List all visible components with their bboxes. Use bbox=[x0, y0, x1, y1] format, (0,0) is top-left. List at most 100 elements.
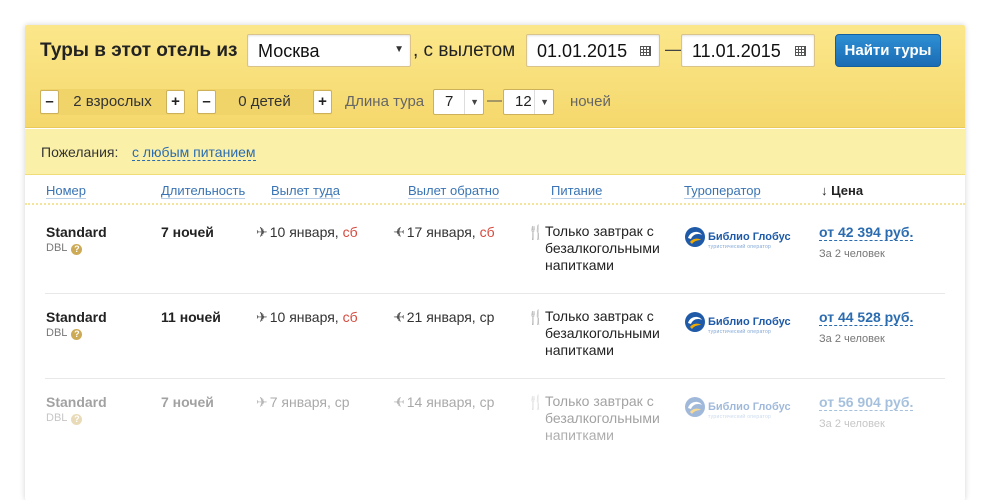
sort-by-price[interactable]: ↓ Цена bbox=[821, 183, 863, 198]
wishes-bar: Пожелания: с любым питанием bbox=[25, 129, 965, 175]
operator-name: Библио Глобус bbox=[708, 316, 791, 328]
room-cell: Standard DBL? bbox=[46, 309, 107, 340]
plane-departure-icon: ✈ bbox=[256, 309, 268, 325]
return-cell: ✈ 14 января, ср bbox=[393, 394, 495, 410]
operator-logo: Библио Глобус туристический оператор bbox=[684, 311, 799, 341]
sort-by-operator[interactable]: Туроператор bbox=[684, 183, 761, 199]
chevron-down-icon: ▼ bbox=[540, 97, 549, 107]
weekday: сб bbox=[342, 309, 358, 325]
options-row: – 2 взрослых + – 0 детей + Длина тура 7 … bbox=[25, 89, 965, 115]
length-from-select[interactable]: 7 ▼ bbox=[433, 89, 484, 115]
price-link[interactable]: от 44 528 руб. bbox=[819, 309, 914, 326]
fork-knife-icon: 🍴 bbox=[527, 394, 545, 410]
table-row[interactable]: Standard DBL? 7 ночей ✈ 7 января, ср ✈ 14 … bbox=[25, 379, 965, 464]
children-stepper: – 0 детей + bbox=[197, 89, 332, 115]
operator-logo: Библио Глобус туристический оператор bbox=[684, 396, 799, 426]
help-icon[interactable]: ? bbox=[71, 329, 83, 340]
date-from-value: 01.01.2015 bbox=[537, 41, 628, 61]
price-link[interactable]: от 56 904 руб. bbox=[819, 394, 914, 411]
date-from-field[interactable]: 01.01.2015 bbox=[526, 34, 660, 67]
room-type: DBL? bbox=[46, 327, 107, 340]
departure-label: , с вылетом bbox=[413, 40, 516, 61]
meal-cell: 🍴 Только завтрак с безалкогольными напит… bbox=[527, 393, 687, 448]
table-row[interactable]: Standard DBL? 7 ночей ✈ 10 января, сб ✈ 17… bbox=[25, 209, 965, 294]
room-type: DBL? bbox=[46, 242, 107, 255]
price-note: За 2 человек bbox=[819, 418, 885, 430]
sort-by-departure[interactable]: Вылет туда bbox=[271, 183, 340, 199]
length-range-dash: — bbox=[487, 92, 502, 109]
globe-logo-icon bbox=[685, 227, 705, 247]
departure-cell: ✈ 10 января, сб bbox=[256, 309, 358, 325]
plane-departure-icon: ✈ bbox=[256, 224, 268, 240]
weekday: ср bbox=[334, 394, 350, 410]
plane-return-icon: ✈ bbox=[393, 224, 405, 240]
results-table-header: Номер Длительность Вылет туда Вылет обра… bbox=[25, 177, 965, 205]
operator-subtitle: туристический оператор bbox=[708, 414, 772, 420]
price-cell: от 56 904 руб. За 2 человек bbox=[819, 394, 914, 430]
weekday: сб bbox=[342, 224, 358, 240]
meal-text: Только завтрак с безалкогольными напитка… bbox=[545, 393, 660, 443]
departure-city-select[interactable]: Москва ▼ bbox=[247, 34, 411, 67]
return-cell: ✈ 17 января, сб bbox=[393, 224, 495, 240]
length-to-select[interactable]: 12 ▼ bbox=[503, 89, 554, 115]
room-cell: Standard DBL? bbox=[46, 224, 107, 255]
fork-knife-icon: 🍴 bbox=[527, 309, 545, 325]
meal-cell: 🍴 Только завтрак с безалкогольными напит… bbox=[527, 223, 687, 278]
calendar-icon[interactable] bbox=[795, 46, 806, 56]
help-icon[interactable]: ? bbox=[71, 414, 83, 425]
search-panel: Туры в этот отель из Москва ▼ , с вылето… bbox=[25, 25, 965, 128]
children-plus-button[interactable]: + bbox=[313, 90, 332, 114]
operator-cell: Библио Глобус туристический оператор bbox=[684, 311, 799, 341]
chevron-down-icon: ▼ bbox=[470, 97, 479, 107]
search-row: Туры в этот отель из Москва ▼ , с вылето… bbox=[25, 34, 965, 68]
sort-by-return[interactable]: Вылет обратно bbox=[408, 183, 500, 199]
fork-knife-icon: 🍴 bbox=[527, 224, 545, 240]
meal-text: Только завтрак с безалкогольными напитка… bbox=[545, 308, 660, 358]
room-name: Standard bbox=[46, 224, 107, 240]
chevron-down-icon: ▼ bbox=[394, 44, 404, 55]
return-cell: ✈ 21 января, ср bbox=[393, 309, 495, 325]
price-cell: от 44 528 руб. За 2 человек bbox=[819, 309, 914, 345]
duration-cell: 7 ночей bbox=[161, 224, 214, 240]
operator-name: Библио Глобус bbox=[708, 401, 791, 413]
length-to-value: 12 bbox=[515, 93, 532, 110]
tour-search-card: Туры в этот отель из Москва ▼ , с вылето… bbox=[25, 25, 965, 500]
meal-filter-link[interactable]: с любым питанием bbox=[132, 144, 256, 161]
adults-plus-button[interactable]: + bbox=[166, 90, 185, 114]
date-to-field[interactable]: 11.01.2015 bbox=[681, 34, 815, 67]
meal-text: Только завтрак с безалкогольными напитка… bbox=[545, 223, 660, 273]
table-row[interactable]: Standard DBL? 11 ночей ✈ 10 января, сб ✈ 2… bbox=[25, 294, 965, 379]
sort-by-meal[interactable]: Питание bbox=[551, 183, 603, 199]
globe-logo-icon bbox=[685, 312, 705, 332]
price-cell: от 42 394 руб. За 2 человек bbox=[819, 224, 914, 260]
date-to-value: 11.01.2015 bbox=[692, 41, 781, 61]
departure-cell: ✈ 7 января, ср bbox=[256, 394, 350, 410]
duration-cell: 11 ночей bbox=[161, 309, 221, 325]
sort-by-duration[interactable]: Длительность bbox=[161, 183, 246, 199]
operator-subtitle: туристический оператор bbox=[708, 244, 772, 250]
calendar-icon[interactable] bbox=[640, 46, 651, 56]
operator-cell: Библио Глобус туристический оператор bbox=[684, 226, 799, 256]
wishes-label: Пожелания: bbox=[41, 144, 119, 160]
adults-stepper: – 2 взрослых + bbox=[40, 89, 185, 115]
meal-cell: 🍴 Только завтрак с безалкогольными напит… bbox=[527, 308, 687, 363]
operator-name: Библио Глобус bbox=[708, 231, 791, 243]
room-name: Standard bbox=[46, 309, 107, 325]
price-link[interactable]: от 42 394 руб. bbox=[819, 224, 914, 241]
children-value: 0 детей bbox=[238, 93, 291, 110]
nights-label: ночей bbox=[570, 93, 611, 110]
tour-length-label: Длина тура bbox=[345, 93, 425, 110]
price-note: За 2 человек bbox=[819, 333, 885, 345]
room-name: Standard bbox=[46, 394, 107, 410]
plane-return-icon: ✈ bbox=[393, 394, 405, 410]
sort-by-room[interactable]: Номер bbox=[46, 183, 87, 199]
operator-logo: Библио Глобус туристический оператор bbox=[684, 226, 799, 256]
weekday: ср bbox=[479, 309, 495, 325]
room-cell: Standard DBL? bbox=[46, 394, 107, 425]
globe-logo-icon bbox=[685, 397, 705, 417]
weekday: ср bbox=[479, 394, 495, 410]
search-title: Туры в этот отель из bbox=[40, 40, 238, 61]
find-tours-button[interactable]: Найти туры bbox=[835, 34, 941, 67]
help-icon[interactable]: ? bbox=[71, 244, 83, 255]
operator-cell: Библио Глобус туристический оператор bbox=[684, 396, 799, 426]
